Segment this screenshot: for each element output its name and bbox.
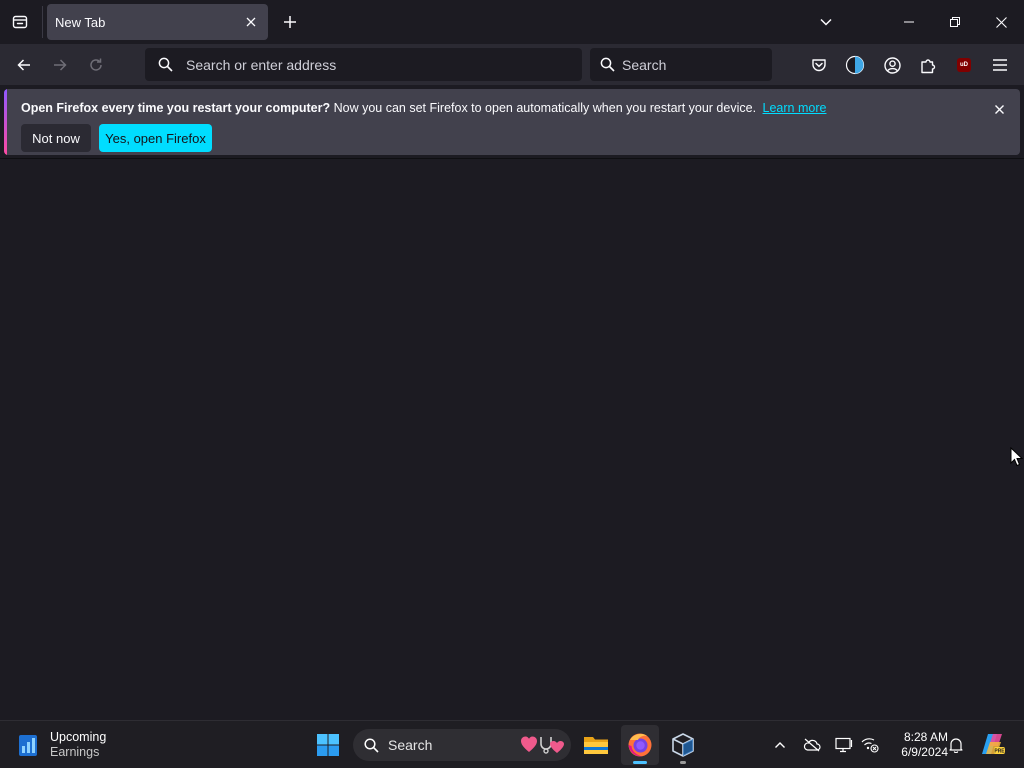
plus-icon (284, 16, 296, 28)
widget-title: Upcoming (50, 730, 107, 744)
notification-body: Now you can set Firefox to open automati… (333, 101, 757, 115)
clock-date: 6/9/2024 (901, 745, 948, 759)
learn-more-link[interactable]: Learn more (763, 101, 827, 115)
search-icon (158, 57, 173, 72)
search-highlight-icon (521, 736, 564, 754)
ublock-origin-icon: uD (957, 58, 971, 72)
mouse-cursor-icon (1010, 447, 1024, 467)
active-app-indicator (633, 761, 647, 764)
not-now-button[interactable]: Not now (21, 124, 91, 152)
ublock-origin-button[interactable]: uD (949, 50, 979, 80)
close-icon (246, 17, 256, 27)
pocket-button[interactable] (804, 50, 834, 80)
puzzle-icon (920, 58, 935, 73)
address-bar[interactable] (145, 48, 582, 81)
stock-chart-icon (19, 735, 37, 756)
reload-icon (90, 58, 102, 71)
svg-text:PRE: PRE (994, 749, 1005, 755)
search-bar[interactable] (590, 48, 772, 81)
notification-accent-stripe (4, 89, 7, 155)
notification-message: Open Firefox every time you restart your… (21, 101, 826, 115)
notifications-button[interactable] (944, 733, 968, 757)
yes-open-firefox-button[interactable]: Yes, open Firefox (99, 124, 212, 152)
firefox-view-button[interactable] (6, 8, 34, 36)
start-button[interactable] (312, 729, 344, 761)
firefox-icon (628, 733, 652, 757)
arrow-left-icon (17, 59, 30, 71)
close-icon (994, 104, 1004, 114)
copilot-button[interactable]: PRE (978, 729, 1008, 759)
monitor-icon (835, 737, 853, 753)
windows-logo-icon (317, 734, 339, 756)
taskbar-search-label: Search (388, 737, 433, 753)
chevron-up-icon (775, 742, 785, 748)
navigation-toolbar: uD (0, 44, 1024, 85)
tab-strip: New Tab (0, 0, 1024, 44)
close-icon (995, 16, 1007, 28)
onedrive-tray-button[interactable] (800, 733, 824, 757)
forward-button[interactable] (45, 50, 75, 80)
reload-button[interactable] (81, 50, 111, 80)
taskbar-search[interactable]: Search (353, 729, 571, 761)
network-tray-button[interactable] (858, 733, 882, 757)
page-content[interactable] (0, 159, 1024, 720)
open-app-indicator (680, 761, 686, 764)
notification-heading: Open Firefox every time you restart your… (21, 101, 331, 115)
tab-separator (42, 6, 43, 38)
copilot-icon: PRE (982, 734, 1005, 755)
close-window-button[interactable] (978, 0, 1024, 44)
address-input[interactable] (186, 56, 566, 73)
display-tray-button[interactable] (832, 733, 856, 757)
taskbar-clock[interactable]: 8:28 AM 6/9/2024 (886, 730, 948, 760)
taskbar-app-firefox[interactable] (621, 725, 659, 765)
pocket-icon (812, 59, 826, 72)
show-hidden-icons-button[interactable] (768, 733, 792, 757)
account-button[interactable] (877, 50, 907, 80)
cloud-off-icon (803, 738, 821, 752)
minimize-icon (904, 21, 914, 23)
network-disconnected-icon (861, 738, 879, 753)
widgets-button[interactable]: Upcoming Earnings (18, 729, 106, 761)
widget-subtitle: Earnings (50, 745, 100, 759)
clock-time: 8:28 AM (903, 730, 948, 744)
default-startup-notification: Open Firefox every time you restart your… (4, 89, 1020, 155)
tab-new-tab[interactable]: New Tab (47, 4, 268, 40)
windows-taskbar: Upcoming Earnings Search 8:28 AM 6/9/202… (0, 720, 1024, 768)
tab-title: New Tab (55, 14, 106, 30)
restore-button[interactable] (932, 0, 978, 44)
hamburger-menu-icon (993, 59, 1007, 71)
dark-reader-icon (845, 55, 865, 75)
chevron-down-icon (820, 18, 832, 26)
notification-close-button[interactable] (990, 100, 1008, 118)
app-menu-button[interactable] (985, 50, 1015, 80)
extensions-button[interactable] (913, 50, 943, 80)
virtualbox-icon (672, 733, 694, 757)
account-icon (883, 56, 901, 74)
search-input[interactable] (622, 56, 762, 73)
arrow-right-icon (54, 59, 67, 71)
folder-icon (584, 737, 608, 754)
list-all-tabs-button[interactable] (812, 8, 840, 36)
search-icon (600, 57, 615, 72)
dark-reader-button[interactable] (840, 50, 870, 80)
restore-icon (950, 17, 960, 27)
bell-icon (949, 738, 963, 753)
back-button[interactable] (9, 50, 39, 80)
minimize-button[interactable] (886, 0, 932, 44)
search-icon (364, 737, 379, 753)
new-tab-button[interactable] (277, 8, 303, 36)
firefox-view-icon (12, 15, 28, 29)
taskbar-app-virtualbox[interactable] (664, 725, 702, 765)
taskbar-app-file-explorer[interactable] (577, 725, 615, 765)
tab-close-button[interactable] (242, 13, 260, 31)
